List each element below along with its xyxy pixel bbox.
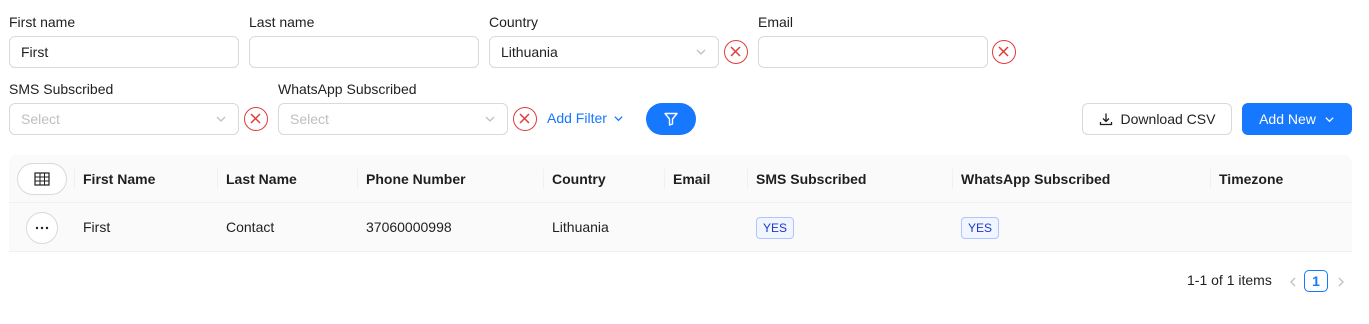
chevron-right-icon[interactable] [1334,274,1348,290]
email-input[interactable] [758,36,988,68]
column-divider [1210,169,1211,189]
add-new-button[interactable]: Add New [1242,103,1352,135]
cell-phone-number: 37060000998 [366,219,452,235]
table-icon [34,172,50,186]
sms-subscribed-label: SMS Subscribed [9,81,114,97]
chevron-down-icon [216,116,226,122]
sms-subscribed-placeholder: Select [21,111,60,127]
table-header: First Name Last Name Phone Number Countr… [9,155,1352,203]
country-label: Country [489,14,539,30]
country-select-value: Lithuania [501,44,558,60]
column-divider [664,169,665,189]
sms-subscribed-select[interactable]: Select [9,103,239,135]
email-label: Email [758,14,794,30]
column-header-timezone[interactable]: Timezone [1219,155,1283,203]
contacts-table: First Name Last Name Phone Number Countr… [9,155,1352,252]
country-clear-button[interactable] [724,40,748,64]
column-divider [543,169,544,189]
last-name-label: Last name [249,14,315,30]
chevron-down-icon [614,115,623,121]
chevron-down-icon [1325,116,1334,122]
sms-subscribed-clear-button[interactable] [244,107,268,131]
column-header-email[interactable]: Email [673,155,710,203]
whatsapp-subscribed-clear-button[interactable] [513,107,537,131]
email-clear-button[interactable] [992,40,1016,64]
cell-first-name: First [83,219,111,235]
pagination-page-1[interactable]: 1 [1304,270,1328,292]
column-divider [74,169,75,189]
add-new-label: Add New [1259,111,1316,127]
more-icon [35,226,49,230]
chevron-down-icon [485,116,495,122]
column-header-phone-number[interactable]: Phone Number [366,155,466,203]
column-settings-button[interactable] [17,163,67,195]
table-row[interactable]: First Contact 37060000998 Lithuania YES … [9,203,1352,252]
column-header-whatsapp-subscribed[interactable]: WhatsApp Subscribed [961,155,1110,203]
sms-subscribed-tag: YES [756,217,795,239]
whatsapp-subscribed-label: WhatsApp Subscribed [278,81,417,97]
add-filter-button[interactable]: Add Filter [547,110,624,126]
chevron-down-icon [696,49,706,55]
close-icon [998,46,1009,57]
column-header-sms-subscribed[interactable]: SMS Subscribed [756,155,866,203]
apply-filter-button[interactable] [646,103,696,135]
download-csv-button[interactable]: Download CSV [1082,103,1232,135]
close-icon [730,46,741,57]
column-divider [217,169,218,189]
country-select[interactable]: Lithuania [489,36,719,68]
download-csv-label: Download CSV [1120,111,1216,127]
first-name-input[interactable] [9,36,239,68]
whatsapp-subscribed-select[interactable]: Select [278,103,508,135]
column-header-country[interactable]: Country [552,155,606,203]
whatsapp-subscribed-tag: YES [961,217,1000,239]
add-filter-label: Add Filter [547,110,607,126]
column-divider [747,169,748,189]
pagination-summary: 1-1 of 1 items [1187,272,1272,288]
cell-last-name: Contact [226,219,275,235]
whatsapp-subscribed-placeholder: Select [290,111,329,127]
close-icon [250,113,261,124]
download-icon [1099,113,1112,126]
column-divider [357,169,358,189]
first-name-label: First name [9,14,76,30]
column-divider [952,169,953,189]
last-name-input[interactable] [249,36,479,68]
filter-icon [664,112,678,126]
row-actions-button[interactable] [26,212,58,244]
close-icon [519,113,530,124]
chevron-left-icon[interactable] [1286,274,1300,290]
column-header-first-name[interactable]: First Name [83,155,155,203]
cell-country: Lithuania [552,219,609,235]
column-header-last-name[interactable]: Last Name [226,155,297,203]
